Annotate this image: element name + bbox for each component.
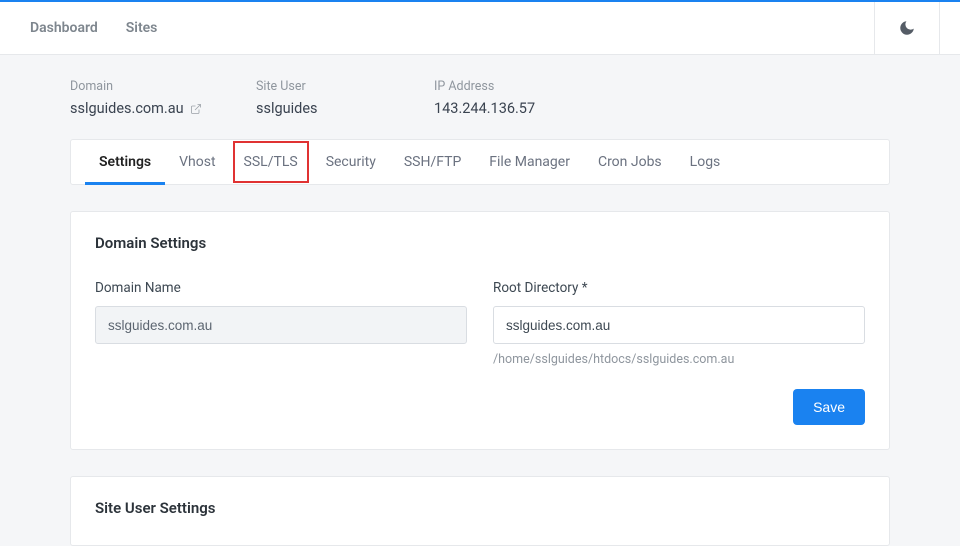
domain-settings-actions: Save — [95, 389, 865, 425]
info-domain: Domain sslguides.com.au — [70, 79, 256, 117]
site-info-row: Domain sslguides.com.au Site User sslgui… — [70, 79, 890, 117]
tab-vhost[interactable]: Vhost — [165, 140, 229, 184]
info-ip-label: IP Address — [434, 79, 535, 94]
tab-file-manager[interactable]: File Manager — [475, 140, 584, 184]
domain-settings-card: Domain Settings Domain Name Root Directo… — [70, 211, 890, 450]
site-user-settings-card: Site User Settings — [70, 476, 890, 546]
tab-cron-jobs[interactable]: Cron Jobs — [584, 140, 676, 184]
tab-logs[interactable]: Logs — [676, 140, 735, 184]
domain-settings-title: Domain Settings — [95, 234, 865, 252]
content: Domain sslguides.com.au Site User sslgui… — [0, 55, 960, 546]
root-directory-input[interactable] — [493, 306, 865, 344]
top-nav: Dashboard Sites — [0, 2, 960, 55]
top-nav-left: Dashboard Sites — [30, 20, 157, 36]
nav-right-overflow[interactable] — [939, 2, 960, 54]
tab-ssh-ftp[interactable]: SSH/FTP — [390, 140, 475, 184]
info-ip: IP Address 143.244.136.57 — [434, 79, 535, 117]
info-siteuser-label: Site User — [256, 79, 434, 94]
domain-name-group: Domain Name — [95, 280, 467, 367]
site-user-settings-title: Site User Settings — [95, 499, 865, 517]
top-nav-right — [874, 2, 960, 54]
moon-icon — [898, 19, 916, 37]
info-domain-label: Domain — [70, 79, 256, 94]
tab-settings[interactable]: Settings — [85, 140, 165, 184]
external-link-icon — [190, 103, 202, 115]
root-directory-hint: /home/sslguides/htdocs/sslguides.com.au — [493, 352, 865, 367]
domain-name-input — [95, 306, 467, 344]
tabs: Settings Vhost SSL/TLS Security SSH/FTP … — [71, 140, 889, 184]
info-siteuser-value: sslguides — [256, 100, 434, 117]
domain-name-label: Domain Name — [95, 280, 467, 296]
tab-security[interactable]: Security — [312, 140, 390, 184]
domain-settings-form-row: Domain Name Root Directory * /home/sslgu… — [95, 280, 865, 367]
root-directory-group: Root Directory * /home/sslguides/htdocs/… — [493, 280, 865, 367]
save-button[interactable]: Save — [793, 389, 865, 425]
tab-ssl-tls[interactable]: SSL/TLS — [232, 140, 310, 184]
tabs-card: Settings Vhost SSL/TLS Security SSH/FTP … — [70, 139, 890, 185]
dark-mode-toggle[interactable] — [874, 2, 939, 54]
info-siteuser: Site User sslguides — [256, 79, 434, 117]
domain-settings-panel: Domain Settings Domain Name Root Directo… — [71, 212, 889, 449]
site-user-settings-panel: Site User Settings — [71, 477, 889, 545]
domain-link[interactable]: sslguides.com.au — [70, 100, 184, 117]
nav-sites[interactable]: Sites — [126, 20, 158, 36]
root-directory-label: Root Directory * — [493, 280, 865, 296]
nav-dashboard[interactable]: Dashboard — [30, 20, 98, 36]
info-domain-value: sslguides.com.au — [70, 100, 256, 117]
info-ip-value: 143.244.136.57 — [434, 100, 535, 117]
